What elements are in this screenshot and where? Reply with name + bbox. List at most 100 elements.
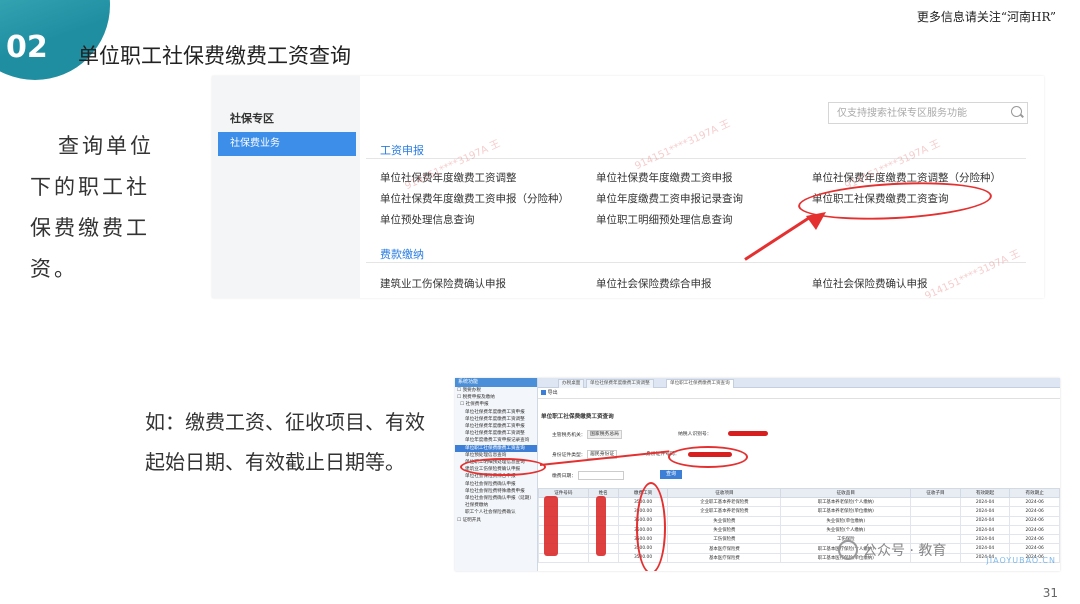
tree-item[interactable]: 单位社会保险费确认申报（延期） (455, 495, 537, 502)
table-cell (910, 506, 961, 517)
screenshot-wage-query: 系统功能 ☐ 我要办税 ☐ 税费申报及缴纳 ☐ 社保费申报 单位社保费年度缴费工… (455, 378, 1060, 571)
highlight-ellipse (460, 458, 546, 476)
tree-item[interactable]: 单位社会保险费确认申报 (455, 481, 537, 488)
col-header: 征收子目 (910, 488, 961, 498)
tree-item[interactable]: 职工个人社会保险费确认 (455, 509, 537, 516)
table-row: 3500.00 企业职工基本养老保险费 职工基本养老保险(个人缴纳) 2024-04 2… (538, 496, 1060, 508)
page-title: 单位职工社保费缴费工资查询 (541, 414, 614, 420)
tree-item[interactable]: ☐ 社保费申报 (455, 401, 537, 408)
top-note: 更多信息请关注“河南HR” (916, 10, 1056, 24)
table-cell (910, 496, 961, 508)
watermark: 914151****3197A 王 (633, 118, 732, 173)
table-cell: 2024-04 (959, 524, 1011, 536)
link-preprocess-query[interactable]: 单位预处理信息查询 (380, 212, 475, 227)
left-description: 查询单位下的职工社保费缴费工资。 (30, 134, 154, 281)
link-declare-record-query[interactable]: 单位年度缴费工资申报记录查询 (596, 191, 743, 206)
tab-wage-adjust[interactable]: 单位社保费年度缴费工资调整 (586, 379, 654, 388)
tab-bar: 办税桌面 单位社保费年度缴费工资调整 单位职工社保费缴费工资查询 (538, 378, 1060, 388)
taxpayer-field: 纳税人识别号： (678, 430, 712, 437)
table-cell: 基本医疗保险费 (667, 543, 782, 554)
red-arrow-head (806, 212, 826, 230)
tree-item[interactable]: ☐ 证明开具 (455, 517, 537, 524)
table-cell: 2024-06 (1009, 534, 1060, 545)
redaction-mark (544, 496, 558, 556)
link-construction-injury[interactable]: 建筑业工伤保险费确认申报 (380, 276, 506, 291)
date-input[interactable] (577, 471, 624, 480)
table-cell: 企业职工基本养老保险费 (667, 506, 782, 517)
link-employee-preprocess-query[interactable]: 单位职工明细预处理信息查询 (596, 212, 733, 227)
table-cell (910, 515, 961, 526)
watermark: 914151****3197A 王 (923, 248, 1022, 298)
table-cell: 企业职工基本养老保险费 (667, 496, 782, 508)
sidebar-item-social-security[interactable]: 社保费业务 (218, 132, 356, 156)
brand-watermark: JIAOYUBAO.CN (986, 556, 1056, 565)
highlight-ellipse (636, 482, 666, 571)
section-number: 02 (6, 30, 48, 65)
export-icon[interactable] (541, 390, 546, 395)
link-comprehensive-declare[interactable]: 单位社会保险费综合申报 (596, 276, 712, 291)
idtype-label: 身份证件类型： (552, 453, 586, 458)
redaction-mark (596, 496, 606, 556)
section-salary-declaration: 工资申报 (380, 144, 424, 157)
table-row: 3500.00 基本医疗保险费 职工基本医疗保险(单位缴纳) 2024-04 2024-… (538, 552, 1060, 564)
table-cell: 2024-06 (1009, 543, 1060, 554)
table-cell: 工伤保险费 (667, 534, 782, 545)
tree-head: 系统功能 (455, 378, 537, 387)
table-cell: 2024-04 (959, 534, 1011, 545)
table-cell: 2024-06 (1009, 524, 1060, 536)
date-field: 缴费日期： (552, 471, 624, 480)
table-row: 3500.00 基本医疗保险费 职工基本医疗保险(个人缴纳) 2024-04 2024-… (538, 543, 1060, 554)
search-input[interactable]: 仅支持搜索社保专区服务功能 (828, 102, 1028, 124)
redaction-mark (728, 431, 768, 436)
search-icon[interactable] (1011, 106, 1022, 117)
table-cell: 基本医疗保险费 (667, 552, 782, 564)
slide-title: 单位职工社保费缴费工资查询 (78, 44, 351, 68)
highlight-ellipse (668, 446, 748, 468)
table-cell: 2024-04 (959, 515, 1011, 526)
authority-label: 主管税务机关： (552, 433, 586, 438)
table-cell: 职工基本养老保险(单位缴纳) (780, 506, 912, 517)
tree-item[interactable]: 单位社保费年度缴费工资调整 (455, 430, 537, 437)
link-annual-wage-declare[interactable]: 单位社保费年度缴费工资申报 (596, 170, 733, 185)
tree-item[interactable]: ☐ 税费申报及缴纳 (455, 394, 537, 401)
table-cell: 2024-04 (959, 496, 1011, 508)
wechat-logo-icon (838, 540, 858, 560)
tree-item[interactable]: 社保费缴纳 (455, 502, 537, 509)
table-cell: 2024-04 (959, 543, 1011, 554)
table-cell: 2024-06 (1009, 506, 1060, 517)
table-cell: 职工基本养老保险(个人缴纳) (780, 496, 912, 508)
bottom-description: 如：缴费工资、征收项目、有效起始日期、有效截止日期等。 (145, 410, 425, 474)
tree-item[interactable]: 单位社保费年度缴费工资申报 (455, 423, 537, 430)
search-placeholder: 仅支持搜索社保专区服务功能 (837, 108, 967, 119)
link-confirm-declare[interactable]: 单位社会保险费确认申报 (812, 276, 928, 291)
divider (366, 262, 1026, 263)
table-cell: 2024-06 (1009, 496, 1060, 508)
link-annual-wage-declare-by-type[interactable]: 单位社保费年度缴费工资申报（分险种） (380, 191, 569, 206)
tree-item[interactable]: ☐ 我要办税 (455, 387, 537, 394)
tab-desktop[interactable]: 办税桌面 (558, 379, 585, 388)
tab-wage-query[interactable]: 单位职工社保费缴费工资查询 (666, 379, 734, 388)
wechat-watermark: 公众号 · 教育 (863, 543, 947, 559)
table-body: 3500.00 企业职工基本养老保险费 职工基本养老保险(个人缴纳) 2024-04 2… (538, 496, 1060, 564)
sidebar-title: 社保专区 (230, 112, 274, 125)
tree-item[interactable]: 单位社保费年度缴费工资调整 (455, 416, 537, 423)
table-cell: 2024-06 (1009, 515, 1060, 526)
table-cell: 失业保险费 (667, 524, 782, 536)
tree-item[interactable]: 单位年度缴费工资申报记录查询 (455, 437, 537, 444)
table-cell: 失业保险费 (667, 515, 782, 526)
authority-value: 国家税务总局 (587, 430, 622, 439)
table-cell: 2024-04 (959, 506, 1011, 517)
date-label: 缴费日期： (552, 474, 576, 479)
table-row: 3500.00 企业职工基本养老保险费 职工基本养老保险(单位缴纳) 2024-04 2… (538, 506, 1060, 517)
query-body: 办税桌面 单位社保费年度缴费工资调整 单位职工社保费缴费工资查询 导出 单位职工… (538, 378, 1060, 571)
tree-item-selected[interactable]: 单位职工社保费缴费工资查询 (455, 444, 537, 452)
tree-item[interactable]: 单位社会保险费特殊缴费申报 (455, 488, 537, 495)
table-row: 3500.00 失业保险费 失业保险(个人缴纳) 2024-04 2024-06 (538, 524, 1060, 536)
export-button[interactable]: 导出 (548, 390, 558, 396)
col-header: 征收项目 (667, 488, 782, 498)
authority-field: 主管税务机关： 国家税务总局 (552, 430, 622, 439)
sidebar: 社保专区 社保费业务 (212, 76, 360, 298)
tree-item[interactable]: 单位社保费年度缴费工资申报 (455, 409, 537, 416)
query-button[interactable]: 查询 (660, 470, 682, 479)
col-header: 有效期起 (959, 488, 1011, 498)
